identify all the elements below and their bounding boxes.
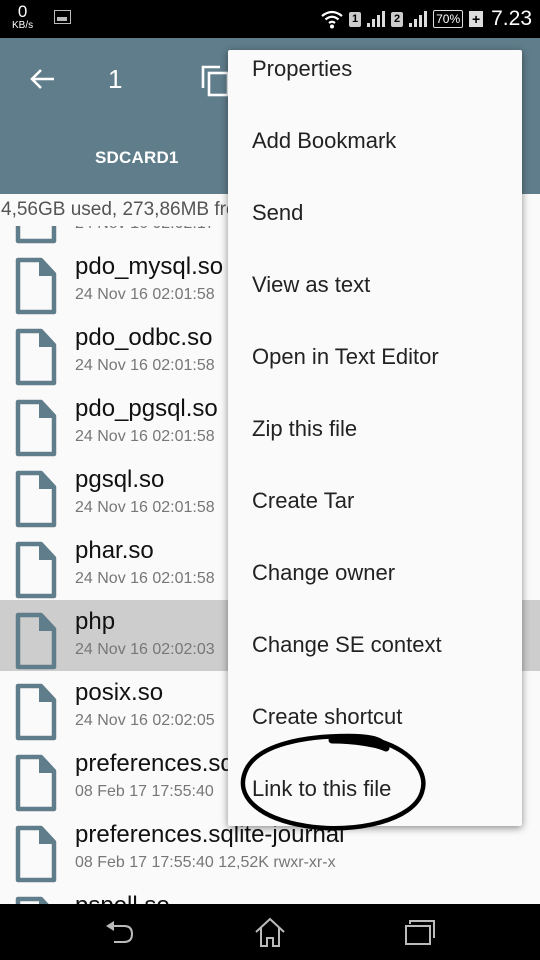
- signal1-icon: [367, 11, 386, 27]
- file-meta: 08 Feb 17 17:55:40: [75, 783, 214, 800]
- file-icon: [15, 226, 57, 244]
- file-icon: [15, 328, 57, 386]
- net-speed-value: 0: [17, 2, 28, 21]
- menu-item-link-to-this-file[interactable]: Link to this file: [252, 776, 391, 802]
- menu-item-add-bookmark[interactable]: Add Bookmark: [252, 128, 396, 154]
- file-icon: [15, 399, 57, 457]
- storage-info-text: 4,56GB used, 273,86MB free: [1, 199, 248, 220]
- status-bar: 0 KB/s 1 2 70% + 7.23: [0, 0, 540, 38]
- navigation-bar: [0, 904, 540, 960]
- sim2-icon: 2: [391, 11, 404, 27]
- image-notification-icon: [54, 10, 71, 24]
- file-name: pdo_odbc.so: [75, 324, 213, 351]
- menu-item-properties[interactable]: Properties: [252, 56, 352, 82]
- home-nav-icon[interactable]: [250, 914, 290, 950]
- file-meta: 24 Nov 16 02:02:05: [75, 712, 215, 729]
- file-meta: 24 Nov 16 02:01:58: [75, 499, 215, 516]
- file-name: pdo_mysql.so: [75, 253, 224, 280]
- network-speed: 0 KB/s: [12, 3, 33, 31]
- file-icon: [15, 470, 57, 528]
- file-meta: 08 Feb 17 17:55:40 12,52K rwxr-xr-x: [75, 854, 336, 871]
- file-icon: [15, 896, 57, 904]
- net-speed-unit: KB/s: [12, 20, 34, 31]
- file-icon: [15, 754, 57, 812]
- recents-nav-icon[interactable]: [400, 914, 440, 950]
- file-name: php: [75, 608, 116, 635]
- copy-icon[interactable]: [200, 64, 230, 98]
- menu-item-open-in-text-editor[interactable]: Open in Text Editor: [252, 344, 439, 370]
- file-meta: 24 Nov 16 02:02:03: [75, 641, 215, 658]
- file-meta: 24 Nov 16 02:01:58: [75, 570, 215, 587]
- wifi-icon: [321, 10, 343, 29]
- file-name: posix.so: [75, 679, 164, 706]
- file-name: pgsql.so: [75, 466, 165, 493]
- file-icon: [15, 612, 57, 670]
- file-name: pdo_pgsql.so: [75, 395, 218, 422]
- battery-icon: 70%: [433, 10, 464, 28]
- file-name: pspell.so: [75, 892, 170, 904]
- file-meta: 24 Nov 16 02:01:58: [75, 286, 215, 303]
- file-icon: [15, 541, 57, 599]
- menu-item-zip-this-file[interactable]: Zip this file: [252, 416, 357, 442]
- menu-item-change-se-context[interactable]: Change SE context: [252, 632, 442, 658]
- file-icon: [15, 257, 57, 315]
- menu-item-change-owner[interactable]: Change owner: [252, 560, 395, 586]
- context-menu: Properties Add Bookmark Send View as text Op…: [228, 50, 522, 826]
- file-icon: [15, 825, 57, 883]
- menu-item-view-as-text[interactable]: View as text: [252, 272, 370, 298]
- back-arrow-icon[interactable]: [28, 64, 58, 94]
- clock: 7.23: [491, 7, 532, 30]
- file-meta: 24 Nov 16 02:01:58: [75, 428, 215, 445]
- file-name: phar.so: [75, 537, 154, 564]
- back-nav-icon[interactable]: [100, 914, 140, 950]
- file-meta: 24 Nov 16 02:01:58: [75, 357, 215, 374]
- selected-count: 1: [108, 64, 123, 94]
- charging-icon: +: [469, 11, 484, 27]
- menu-item-create-shortcut[interactable]: Create shortcut: [252, 704, 402, 730]
- file-row[interactable]: pspell.so: [0, 884, 540, 904]
- menu-item-send[interactable]: Send: [252, 200, 303, 226]
- signal2-icon: [409, 11, 428, 27]
- sim1-icon: 1: [349, 11, 362, 27]
- tab-sdcard1[interactable]: SDCARD1: [95, 148, 179, 168]
- menu-item-create-tar[interactable]: Create Tar: [252, 488, 354, 514]
- file-icon: [15, 683, 57, 741]
- file-meta: 24 Nov 16 02:02:17: [75, 226, 215, 233]
